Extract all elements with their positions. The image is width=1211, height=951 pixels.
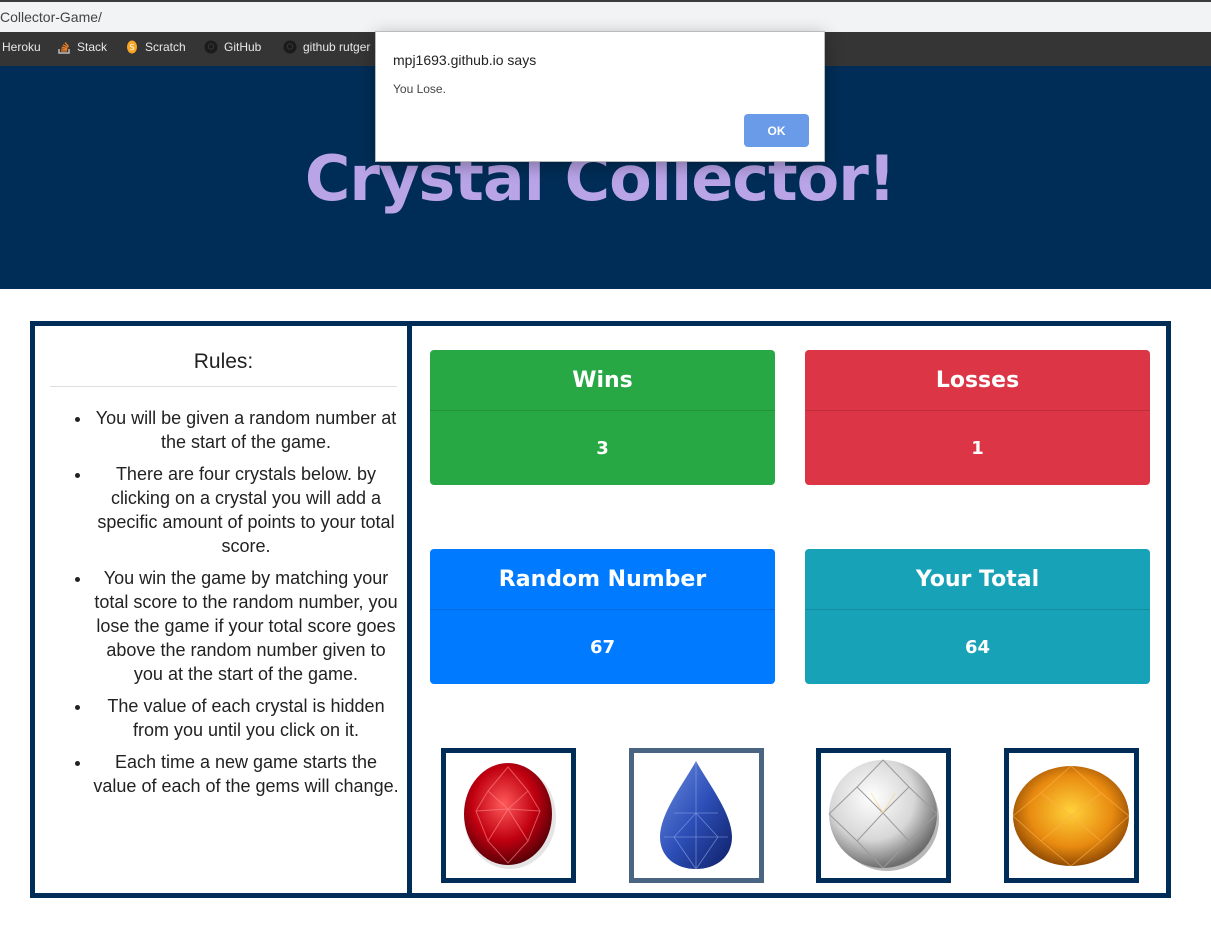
wins-card: Wins 3 <box>430 350 775 485</box>
game-container: Rules: You will be given a random number… <box>30 321 1171 898</box>
rule-item: You win the game by matching your total … <box>92 566 400 686</box>
bookmark-stack[interactable]: Stack <box>57 40 107 54</box>
scratch-icon: S <box>127 40 137 54</box>
your-total-label: Your Total <box>805 549 1150 610</box>
address-bar[interactable]: Collector-Game/ <box>0 0 1211 32</box>
rule-item: Each time a new game starts the value of… <box>92 750 400 798</box>
rules-title: Rules: <box>193 350 254 373</box>
bookmark-label: github rutger <box>303 40 371 54</box>
rule-item: There are four crystals below. by clicki… <box>92 462 400 558</box>
bookmark-label: Scratch <box>145 40 186 54</box>
bookmark-label: GitHub <box>224 40 262 54</box>
dialog-title: mpj1693.github.io says <box>393 52 537 68</box>
rule-item: You will be given a random number at the… <box>92 406 400 454</box>
ruby-icon <box>464 763 556 869</box>
bookmark-github[interactable]: GitHub <box>204 40 261 54</box>
dialog-message: You Lose. <box>393 82 446 96</box>
ok-button[interactable]: OK <box>744 114 809 147</box>
rules-divider <box>50 386 397 387</box>
github-icon <box>283 40 297 54</box>
losses-value: 1 <box>971 437 984 459</box>
bookmark-scratch[interactable]: S Scratch <box>125 40 186 54</box>
bookmark-label: Heroku <box>2 40 41 54</box>
crystal-ruby[interactable] <box>441 748 576 883</box>
random-number-value: 67 <box>589 636 616 658</box>
your-total-value: 64 <box>964 636 991 658</box>
rules-panel: Rules: You will be given a random number… <box>35 326 412 893</box>
crystal-sapphire[interactable] <box>629 748 764 883</box>
losses-card: Losses 1 <box>805 350 1150 485</box>
stackoverflow-icon <box>58 42 70 54</box>
bookmark-label: Stack <box>77 40 108 54</box>
random-number-card: Random Number 67 <box>430 549 775 684</box>
bookmark-heroku[interactable]: Heroku <box>2 40 41 54</box>
url-text[interactable]: Collector-Game/ <box>0 9 102 25</box>
bookmark-github-rutger[interactable]: github rutger <box>283 40 370 54</box>
rules-list: You will be given a random number at the… <box>70 406 400 806</box>
alert-dialog: mpj1693.github.io says You Lose. OK <box>375 31 825 162</box>
crystal-topaz[interactable] <box>1004 748 1139 883</box>
crystal-diamond[interactable] <box>816 748 951 883</box>
github-icon <box>204 40 218 54</box>
wins-label: Wins <box>430 350 775 411</box>
svg-text:S: S <box>130 43 135 52</box>
losses-label: Losses <box>805 350 1150 411</box>
topaz-icon <box>1012 765 1130 867</box>
diamond-icon <box>828 759 939 871</box>
rule-item: The value of each crystal is hidden from… <box>92 694 400 742</box>
wins-value: 3 <box>596 437 609 459</box>
random-number-label: Random Number <box>430 549 775 610</box>
sapphire-icon <box>660 761 732 870</box>
your-total-card: Your Total 64 <box>805 549 1150 684</box>
